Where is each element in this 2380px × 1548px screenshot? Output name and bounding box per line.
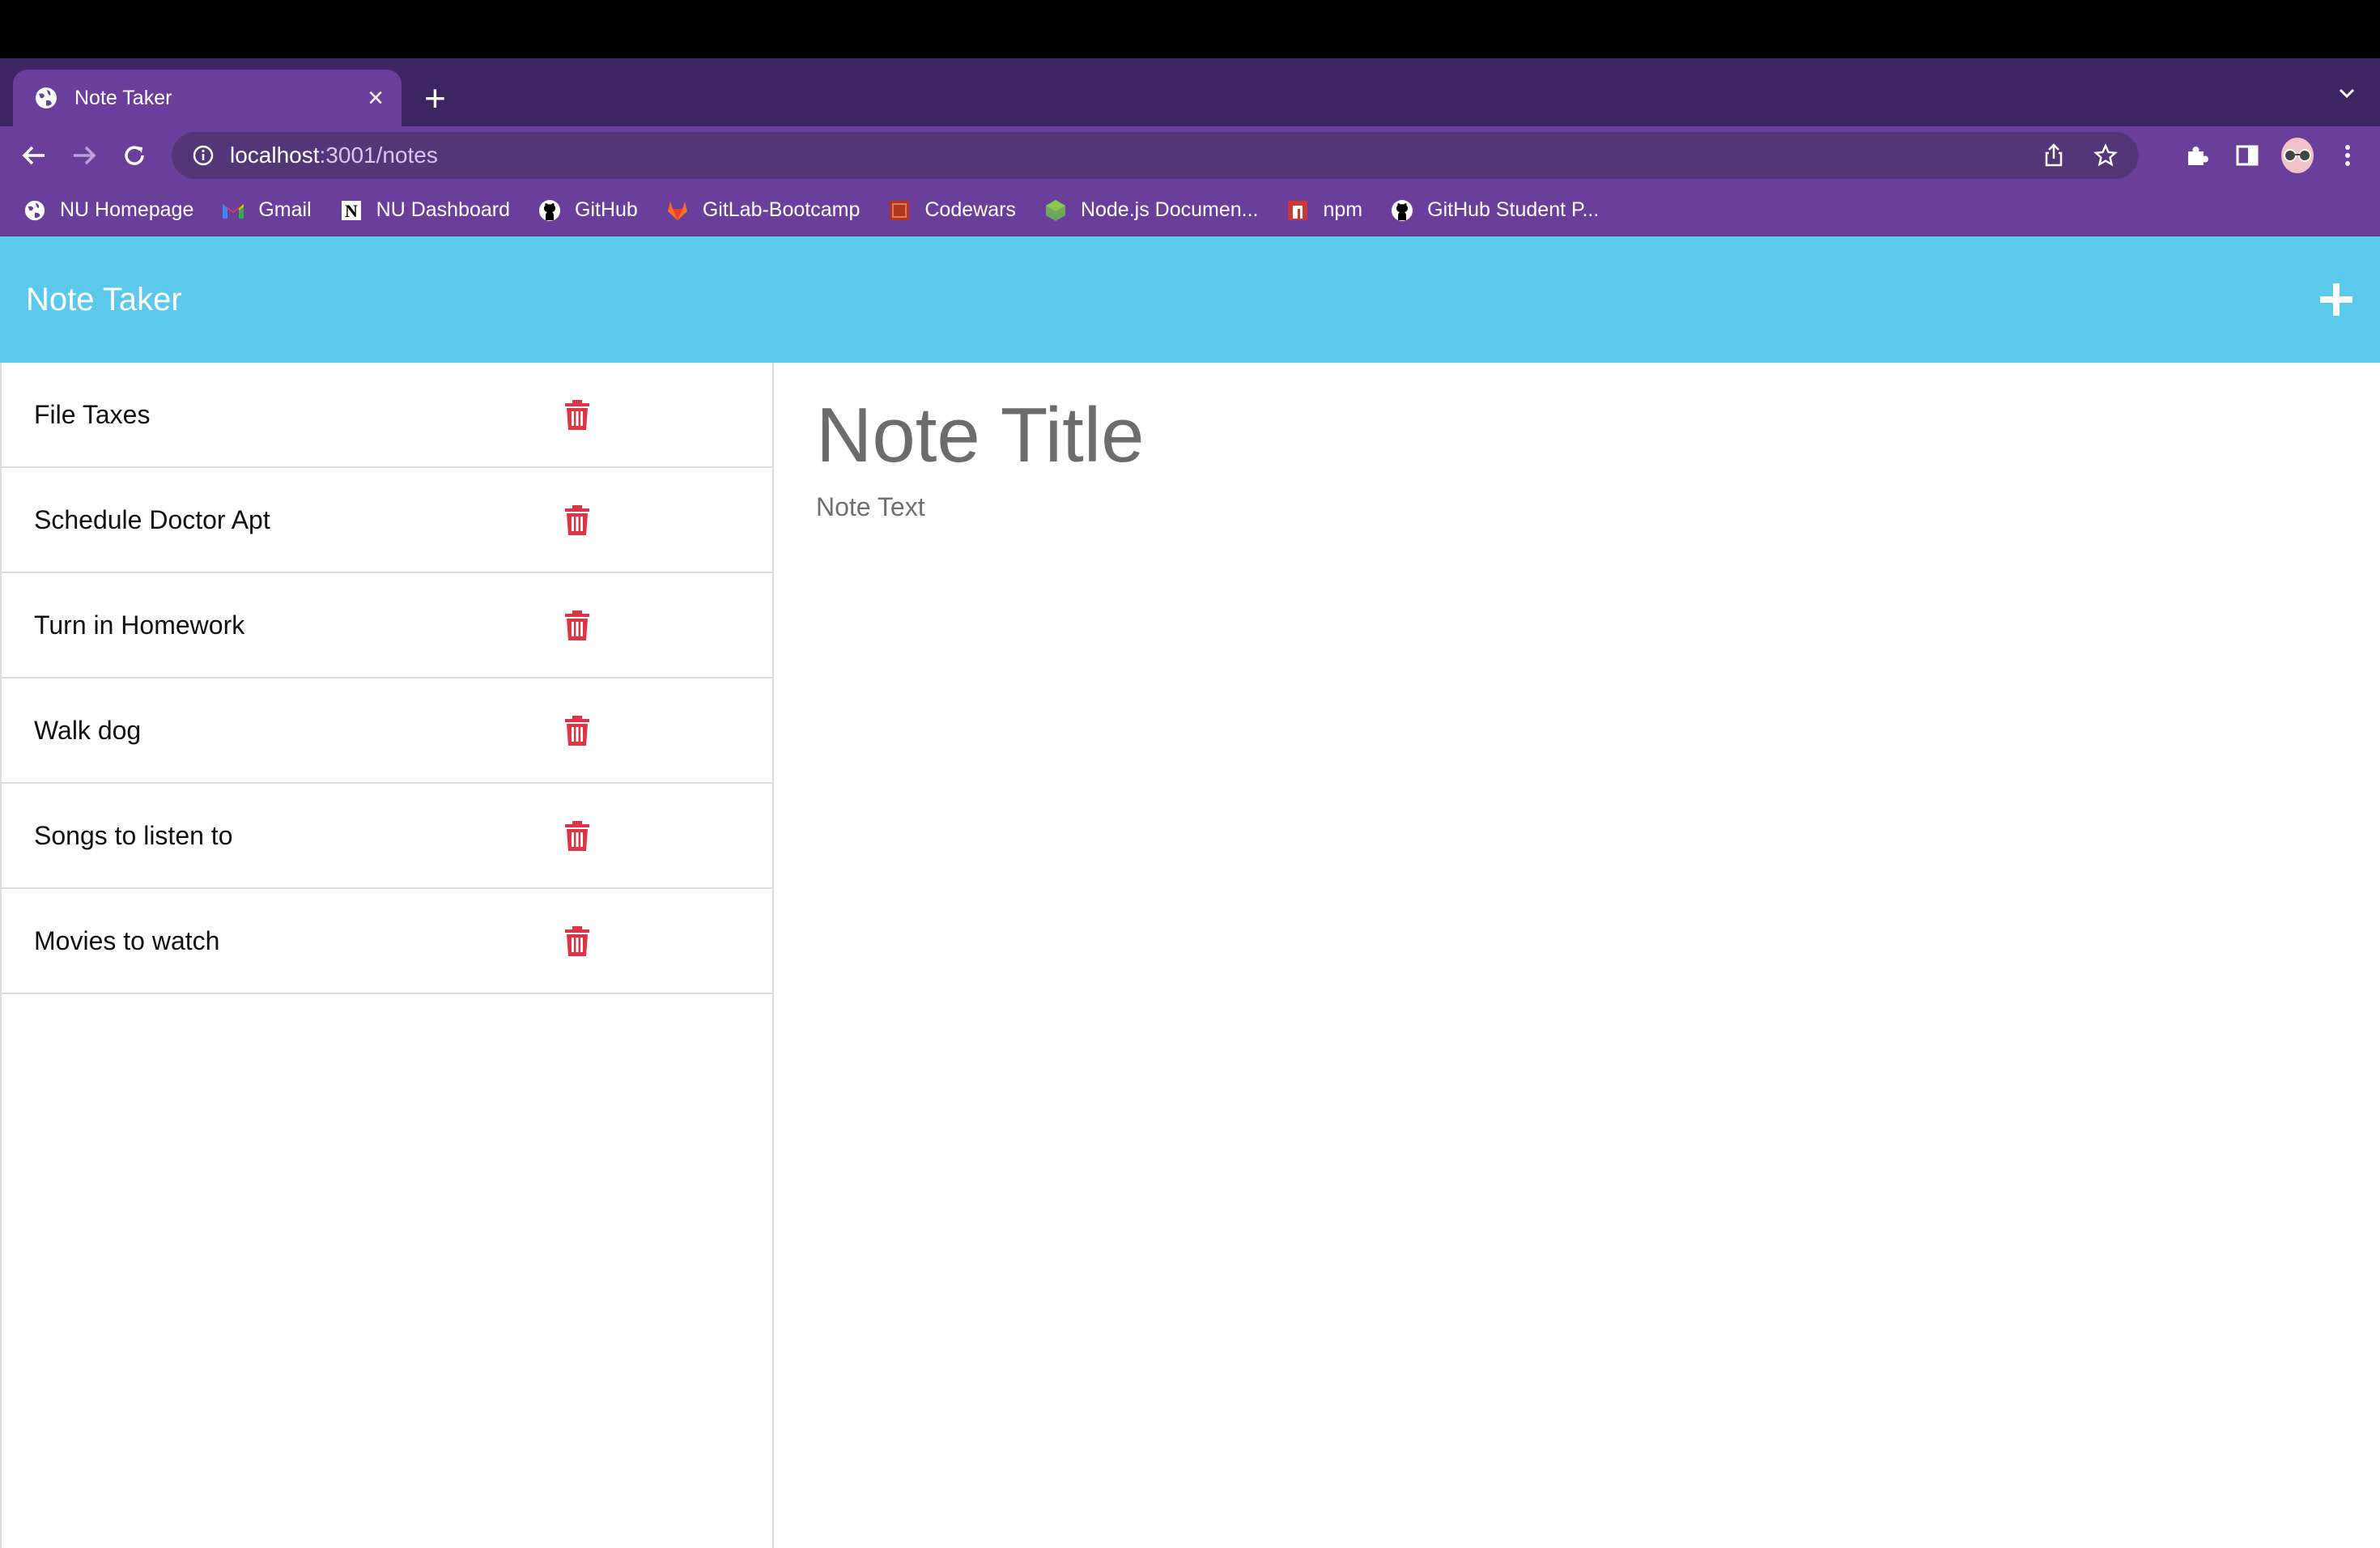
forward-arrow-icon[interactable] <box>66 138 102 173</box>
note-title[interactable]: Schedule Doctor Apt <box>34 505 270 535</box>
codewars-icon <box>887 198 912 223</box>
npm-icon <box>1286 198 1310 223</box>
bookmark-label: GitHub <box>575 198 638 221</box>
bookmark-label: NU Dashboard <box>376 198 511 221</box>
tab-title: Note Taker <box>74 86 172 109</box>
notion-icon: N <box>339 198 363 223</box>
more-vert-icon[interactable] <box>2331 139 2364 172</box>
list-item[interactable]: File Taxes <box>2 363 772 468</box>
browser-tab[interactable]: Note Taker × <box>13 70 402 126</box>
note-title[interactable]: Walk dog <box>34 716 141 746</box>
bookmark-gmail[interactable]: Gmail <box>221 198 312 223</box>
bookmark-label: NU Homepage <box>60 198 194 221</box>
bookmark-github-student[interactable]: GitHub Student P... <box>1390 198 1599 223</box>
side-panel-icon[interactable] <box>2231 139 2263 172</box>
gmail-icon <box>221 198 245 223</box>
list-item[interactable]: Schedule Doctor Apt <box>2 468 772 573</box>
note-title[interactable]: Movies to watch <box>34 926 219 956</box>
new-tab-button[interactable]: + <box>424 79 446 117</box>
list-item[interactable]: Movies to watch <box>2 889 772 994</box>
note-title[interactable]: Turn in Homework <box>34 610 244 640</box>
bookmark-label: GitHub Student P... <box>1427 198 1600 221</box>
globe-icon <box>23 198 47 223</box>
list-item[interactable]: Turn in Homework <box>2 573 772 678</box>
svg-text:N: N <box>345 201 358 221</box>
app-navbar: Note Taker <box>0 236 2380 363</box>
note-title-input[interactable] <box>816 387 1787 484</box>
note-title[interactable]: Songs to listen to <box>34 821 232 851</box>
bookmark-codewars[interactable]: Codewars <box>887 198 1016 223</box>
bookmark-nu-dashboard[interactable]: N NU Dashboard <box>339 198 510 223</box>
note-title[interactable]: File Taxes <box>34 400 150 430</box>
list-item[interactable]: Walk dog <box>2 678 772 784</box>
bookmark-github[interactable]: GitHub <box>538 198 638 223</box>
url-host: localhost <box>230 142 320 168</box>
github-icon <box>538 198 562 223</box>
bookmark-gitlab-bootcamp[interactable]: GitLab-Bootcamp <box>665 198 861 223</box>
address-bar[interactable]: localhost:3001/notes <box>172 132 2139 179</box>
note-text-textarea[interactable] <box>816 492 2030 978</box>
tab-strip: Note Taker × + <box>0 58 2380 126</box>
globe-icon <box>34 86 58 110</box>
navigation-bar: localhost:3001/notes <box>0 126 2380 185</box>
reload-icon[interactable] <box>117 138 152 173</box>
trash-icon[interactable] <box>563 505 591 536</box>
avatar[interactable] <box>2281 138 2314 173</box>
trash-icon[interactable] <box>563 821 591 852</box>
github-icon <box>1390 198 1414 223</box>
chevron-down-icon[interactable] <box>2335 81 2359 105</box>
share-icon[interactable] <box>2040 142 2068 169</box>
gitlab-icon <box>665 198 690 223</box>
list-item[interactable]: Songs to listen to <box>2 784 772 889</box>
note-list-panel: File Taxes Schedule Doctor Apt Turn in H… <box>0 363 774 1548</box>
bookmark-label: Node.js Documen... <box>1080 198 1259 221</box>
trash-icon[interactable] <box>563 610 591 641</box>
bookmark-npm[interactable]: npm <box>1286 198 1362 223</box>
trash-icon[interactable] <box>563 716 591 746</box>
bookmark-label: Gmail <box>258 198 312 221</box>
bookmark-nodejs[interactable]: Node.js Documen... <box>1043 198 1259 223</box>
back-arrow-icon[interactable] <box>16 138 52 173</box>
note-editor <box>774 363 2380 1548</box>
bookmark-label: npm <box>1323 198 1363 221</box>
bookmarks-bar: NU Homepage Gmail N NU Dashboard GitHub … <box>0 185 2380 236</box>
url-path: :3001/notes <box>319 142 438 168</box>
bookmark-nu-homepage[interactable]: NU Homepage <box>23 198 193 223</box>
bookmark-label: GitLab-Bootcamp <box>702 198 861 221</box>
bookmark-label: Codewars <box>924 198 1016 221</box>
bookmark-star-icon[interactable] <box>2092 142 2119 169</box>
trash-icon[interactable] <box>563 926 591 957</box>
new-note-plus-icon[interactable] <box>2317 280 2356 319</box>
trash-icon[interactable] <box>563 400 591 431</box>
extensions-puzzle-icon[interactable] <box>2181 139 2213 172</box>
info-icon[interactable] <box>191 143 215 168</box>
app-title[interactable]: Note Taker <box>26 282 182 318</box>
nodejs-icon <box>1043 198 1068 223</box>
note-list: File Taxes Schedule Doctor Apt Turn in H… <box>2 363 772 994</box>
close-tab-icon[interactable]: × <box>368 84 384 112</box>
system-menu-bar <box>0 0 2380 58</box>
